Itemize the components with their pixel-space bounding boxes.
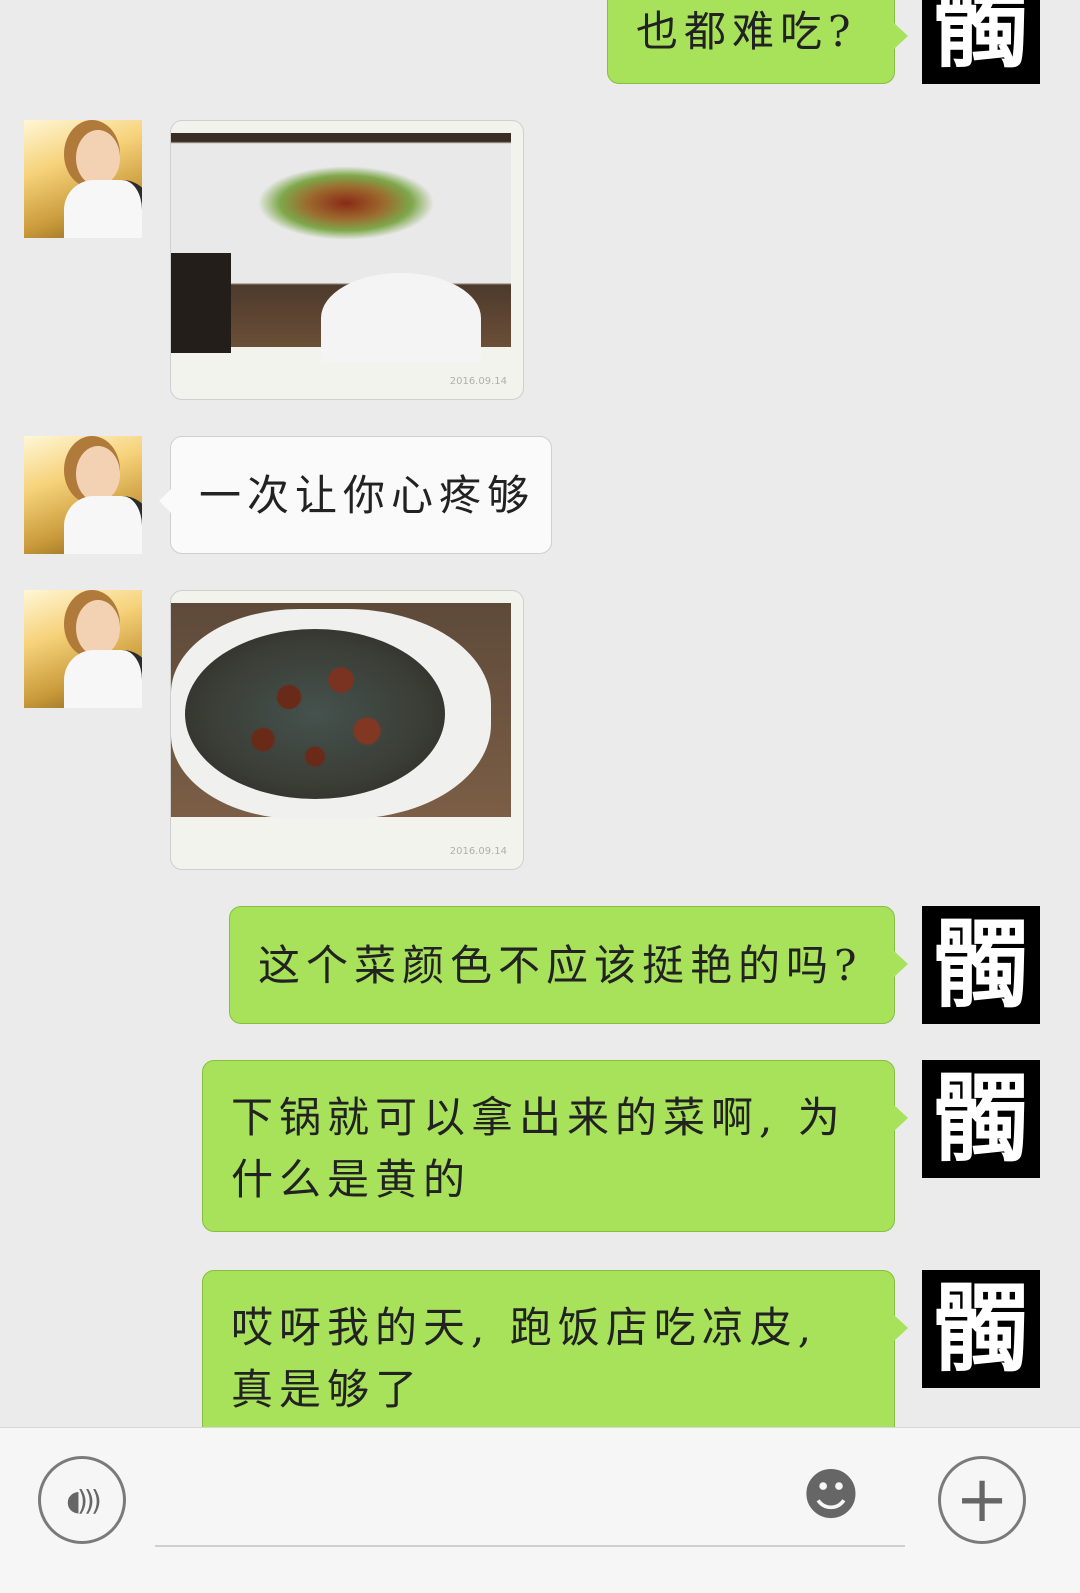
chat-area[interactable]: 也都难吃? 髑 2016.09.14 一次让你心疼够 2016.09.14 这个… bbox=[0, 0, 1080, 1448]
message-text-line: 下锅就可以拿出来的菜啊, 为 bbox=[231, 1093, 846, 1142]
more-button[interactable]: + bbox=[938, 1456, 1026, 1544]
avatar-self[interactable]: 髑 bbox=[922, 1270, 1040, 1388]
message-text-line: 哎呀我的天, 跑饭店吃凉皮, bbox=[231, 1303, 818, 1352]
food-photo bbox=[171, 603, 511, 819]
photo-bowl bbox=[321, 273, 481, 363]
photo-caption: 2016.09.14 bbox=[449, 846, 507, 857]
avatar-self[interactable]: 髑 bbox=[922, 0, 1040, 84]
avatar-friend[interactable] bbox=[24, 120, 142, 238]
message-text-line: 什么是黄的 bbox=[231, 1155, 472, 1204]
smiley-icon: ☻ bbox=[801, 1462, 861, 1528]
message-input[interactable] bbox=[155, 1545, 905, 1547]
image-message[interactable]: 2016.09.14 bbox=[170, 120, 524, 400]
emoji-button[interactable]: ☻ bbox=[796, 1460, 866, 1530]
message-text-line: 真是够了 bbox=[231, 1365, 424, 1414]
message-text: 这个菜颜色不应该挺艳的吗? bbox=[258, 941, 863, 990]
message-text: 也都难吃? bbox=[636, 7, 857, 56]
image-message[interactable]: 2016.09.14 bbox=[170, 590, 524, 870]
avatar-shirt bbox=[64, 496, 142, 554]
avatar-char: 髑 bbox=[933, 908, 1029, 1021]
avatar-face bbox=[76, 130, 120, 186]
message-bubble-received[interactable]: 一次让你心疼够 bbox=[159, 436, 552, 554]
avatar-face bbox=[76, 446, 120, 502]
voice-button[interactable]: ◖))) bbox=[38, 1456, 126, 1544]
message-bubble-sent[interactable]: 这个菜颜色不应该挺艳的吗? bbox=[229, 906, 908, 1024]
avatar-char: 髑 bbox=[933, 1272, 1029, 1385]
avatar-shirt bbox=[64, 650, 142, 708]
voice-wave-icon: ◖))) bbox=[66, 1483, 101, 1517]
avatar-self[interactable]: 髑 bbox=[922, 906, 1040, 1024]
message-bubble-sent[interactable]: 也都难吃? bbox=[607, 0, 908, 84]
input-bar: ◖))) ☻ + bbox=[0, 1427, 1080, 1593]
avatar-friend[interactable] bbox=[24, 436, 142, 554]
avatar-char: 髑 bbox=[933, 0, 1029, 81]
photo-food bbox=[185, 629, 445, 799]
message-bubble-sent[interactable]: 下锅就可以拿出来的菜啊, 为 什么是黄的 bbox=[202, 1060, 908, 1232]
avatar-shirt bbox=[64, 180, 142, 238]
food-photo bbox=[171, 133, 511, 363]
message-text: 一次让你心疼够 bbox=[199, 471, 536, 520]
avatar-char: 髑 bbox=[933, 1062, 1029, 1175]
avatar-self[interactable]: 髑 bbox=[922, 1060, 1040, 1178]
message-bubble-sent[interactable]: 哎呀我的天, 跑饭店吃凉皮, 真是够了 bbox=[202, 1270, 908, 1448]
photo-caption: 2016.09.14 bbox=[449, 376, 507, 387]
plus-icon: + bbox=[955, 1463, 1009, 1537]
photo-shadow bbox=[171, 253, 231, 353]
avatar-friend[interactable] bbox=[24, 590, 142, 708]
avatar-face bbox=[76, 600, 120, 656]
